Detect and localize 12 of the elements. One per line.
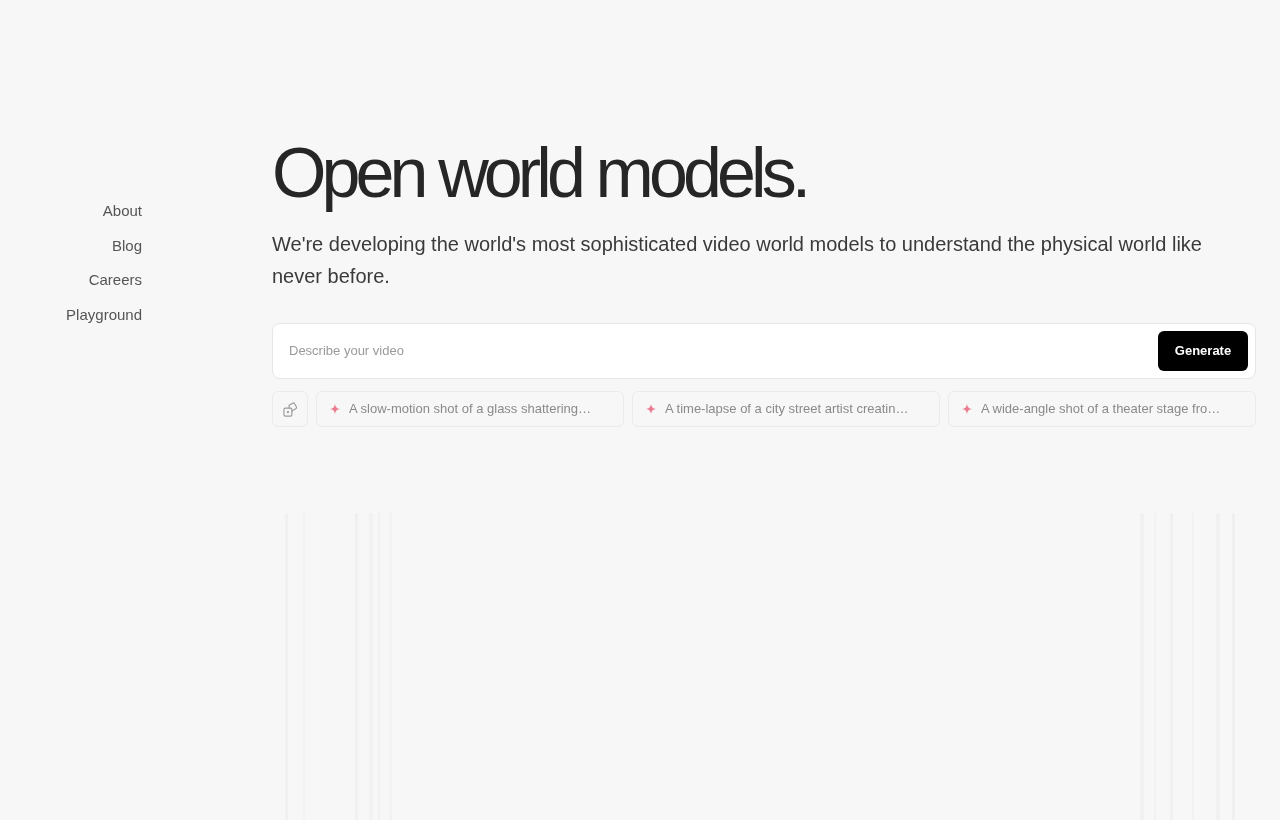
- sparkle-icon: [962, 404, 972, 414]
- prompt-field[interactable]: Describe your video Generate: [272, 323, 1256, 379]
- sparkle-icon: [330, 404, 340, 414]
- nav-link[interactable]: Careers: [88, 263, 142, 298]
- shuffle-button[interactable]: [272, 391, 308, 427]
- nav-link[interactable]: Playground: [66, 297, 142, 332]
- hero-subtitle: We're developing the world's most sophisticated video world models to understand the physical world like never before.: [272, 232, 1203, 289]
- dice-icon: [282, 401, 298, 417]
- sparkle-icon: [646, 404, 656, 414]
- generate-button[interactable]: Generate: [1158, 331, 1248, 371]
- nav-link[interactable]: About: [102, 194, 142, 229]
- nav-link[interactable]: Blog: [111, 228, 142, 263]
